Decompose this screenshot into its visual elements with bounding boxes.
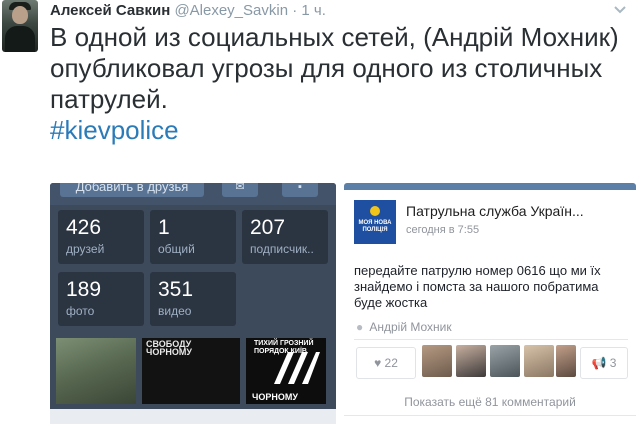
comment-text: передайте патрулю номер 0616 що ми їх зн… <box>354 263 601 310</box>
stripes-icon <box>274 352 320 384</box>
stat-label: друзей <box>66 242 105 256</box>
stat-value: 1 <box>158 216 170 239</box>
trident-icon <box>370 206 380 216</box>
hashtag-link[interactable]: #kievpolice <box>50 115 179 145</box>
stat-label: фото <box>66 304 95 318</box>
tweet-timestamp[interactable]: 1 ч. <box>301 2 326 19</box>
share-button: 📢 3 <box>580 347 628 379</box>
comment-author: ● Андрій Мохник <box>356 320 452 334</box>
more-icon: ▪ <box>282 183 318 197</box>
vk-toolbar: Добавить в друзья ✉ ▪ <box>50 183 336 205</box>
tweet-text: В одной из социальных сетей, (Андрій Мох… <box>50 22 630 146</box>
photo-thumbnail-poster-2: ТИХИЙ ГРОЗНИЙ ПОРЯДОК КИЇВ ЧОРНОМУ <box>246 338 326 404</box>
poster-text: СВОБОДУ ЧОРНОМУ <box>146 339 192 357</box>
page-name: Патрульна служба Україн... <box>406 203 584 219</box>
poster3-footer: ЧОРНОМУ <box>252 392 298 402</box>
divider <box>354 339 628 340</box>
attached-image-fb-comment[interactable]: МОЯ НОВА ПОЛІЦІЯ Патрульна служба Україн… <box>344 183 636 424</box>
stat-followers: 207 подписчик.. <box>242 210 328 264</box>
message-icon: ✉ <box>222 183 258 197</box>
page-logo: МОЯ НОВА ПОЛІЦІЯ <box>354 200 396 244</box>
stat-videos: 351 видео <box>150 272 236 326</box>
stat-value: 426 <box>66 216 102 239</box>
author-avatar[interactable] <box>2 0 38 52</box>
author-name[interactable]: Алексей Савкин <box>50 2 170 19</box>
liker-avatar <box>456 345 486 377</box>
photo-thumbnail-poster: СВОБОДУ ЧОРНОМУ <box>142 338 240 404</box>
add-friend-button: Добавить в друзья <box>60 183 204 197</box>
liker-avatar <box>556 345 576 377</box>
stat-photos: 189 фото <box>58 272 144 326</box>
separator-dot: · <box>292 2 298 19</box>
photo-thumbnail-group <box>56 338 136 404</box>
stat-label: подписчик.. <box>250 242 314 256</box>
share-count: 3 <box>609 356 617 370</box>
user-icon: ● <box>356 320 364 334</box>
heart-icon: ♥ <box>374 356 382 370</box>
liker-avatar <box>490 345 520 377</box>
author-handle[interactable]: @Alexey_Savkin <box>174 2 288 19</box>
stat-label: общий <box>158 242 195 256</box>
stat-value: 351 <box>158 278 194 301</box>
vk-footer-bar <box>50 409 336 424</box>
stat-friends: 426 друзей <box>58 210 144 264</box>
post-date: сегодня в 7:55 <box>406 224 480 236</box>
tweet-body: В одной из социальных сетей, (Андрій Мох… <box>50 22 619 114</box>
logo-text: МОЯ НОВА ПОЛІЦІЯ <box>358 220 392 233</box>
stat-mutual: 1 общий <box>150 210 236 264</box>
show-more-comments-link: Показать ещё 81 комментарий <box>404 395 576 409</box>
fb-topbar <box>344 183 636 190</box>
comment-author-name: Андрій Мохник <box>369 320 452 334</box>
chevron-down-icon[interactable] <box>612 2 628 18</box>
liker-avatar <box>524 345 554 377</box>
divider-bottom <box>344 415 636 416</box>
stat-value: 189 <box>66 278 102 301</box>
stat-value: 207 <box>250 216 286 239</box>
stat-label: видео <box>158 304 192 318</box>
megaphone-icon: 📢 <box>591 356 607 370</box>
like-button: ♥ 22 <box>356 347 416 379</box>
attached-image-vk-profile[interactable]: Добавить в друзья ✉ ▪ 426 друзей 1 общий… <box>50 183 336 424</box>
like-count: 22 <box>384 356 398 370</box>
tweet-header: Алексей Савкин @Alexey_Savkin · 1 ч. <box>50 2 326 22</box>
liker-avatar <box>422 345 452 377</box>
